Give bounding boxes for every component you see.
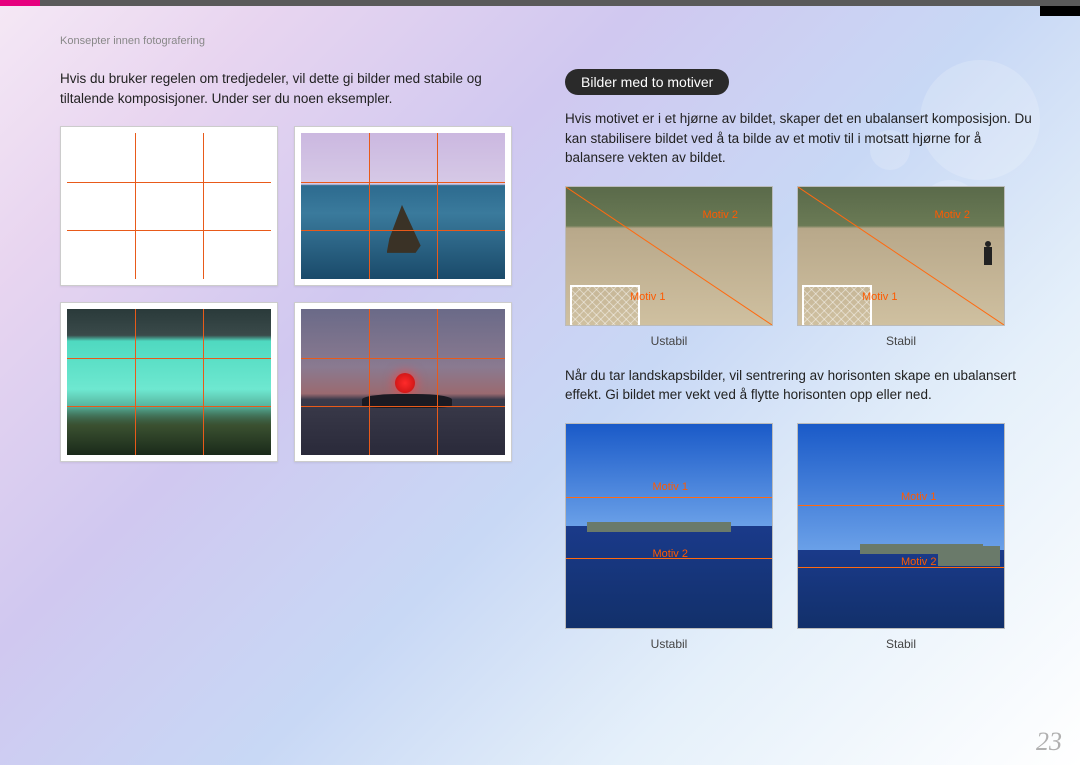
pair1-stable: Motiv 2 Motiv 1 Stabil (797, 186, 1005, 348)
breadcrumb: Konsepter innen fotografering (60, 35, 1035, 47)
motiv2-label: Motiv 2 (935, 209, 970, 221)
example-frame-sunset (294, 302, 512, 462)
img-unstable-field: Motiv 2 Motiv 1 (565, 186, 773, 326)
img-stable-field: Motiv 2 Motiv 1 (797, 186, 1005, 326)
right-column: Bilder med to motiver Hvis motivet er i … (565, 69, 1035, 659)
pair2-stable: Motiv 1 Motiv 2 Stabil (797, 423, 1005, 651)
example-frame-blank (60, 126, 278, 286)
caption-stable: Stabil (797, 334, 1005, 348)
pair2-unstable: Motiv 1 Motiv 2 Ustabil (565, 423, 773, 651)
right-para-1: Hvis motivet er i et hjørne av bildet, s… (565, 109, 1035, 168)
two-columns: Hvis du bruker regelen om tredjedeler, v… (60, 69, 1035, 659)
left-intro-text: Hvis du bruker regelen om tredjedeler, v… (60, 69, 525, 108)
left-column: Hvis du bruker regelen om tredjedeler, v… (60, 69, 525, 659)
diagonal-line (566, 187, 772, 325)
balance-pair-2: Motiv 1 Motiv 2 Ustabil Motiv 1 Moti (565, 423, 1035, 651)
section-heading: Bilder med to motiver (565, 69, 729, 95)
pair1-unstable: Motiv 2 Motiv 1 Ustabil (565, 186, 773, 348)
example-blank (67, 133, 271, 279)
example-sunset (301, 309, 505, 455)
top-bar-accent (0, 0, 40, 6)
img-unstable-horizon: Motiv 1 Motiv 2 (565, 423, 773, 629)
top-bar-fill (40, 0, 1080, 6)
motiv1-label: Motiv 1 (901, 491, 936, 503)
example-frame-lake (60, 302, 278, 462)
example-frame-sea (294, 126, 512, 286)
example-sea (301, 133, 505, 279)
img-stable-horizon: Motiv 1 Motiv 2 (797, 423, 1005, 629)
motiv1-label: Motiv 1 (862, 291, 897, 303)
motiv1-label: Motiv 1 (653, 481, 688, 493)
thirds-example-grid (60, 126, 525, 462)
motiv2-label: Motiv 2 (901, 556, 936, 568)
right-para-2: Når du tar landskapsbilder, vil sentreri… (565, 366, 1035, 405)
top-bar (0, 0, 1080, 6)
caption-stable: Stabil (797, 637, 1005, 651)
caption-unstable: Ustabil (565, 637, 773, 651)
motiv2-label: Motiv 2 (703, 209, 738, 221)
top-bar-tab (1040, 6, 1080, 16)
example-lake (67, 309, 271, 455)
motiv1-label: Motiv 1 (630, 291, 665, 303)
page-content: Konsepter innen fotografering Hvis du br… (60, 35, 1035, 745)
page-number: 23 (1036, 727, 1062, 757)
diagonal-line (798, 187, 1004, 325)
caption-unstable: Ustabil (565, 334, 773, 348)
motiv2-label: Motiv 2 (653, 548, 688, 560)
balance-pair-1: Motiv 2 Motiv 1 Ustabil Motiv 2 Motiv 1 … (565, 186, 1035, 348)
